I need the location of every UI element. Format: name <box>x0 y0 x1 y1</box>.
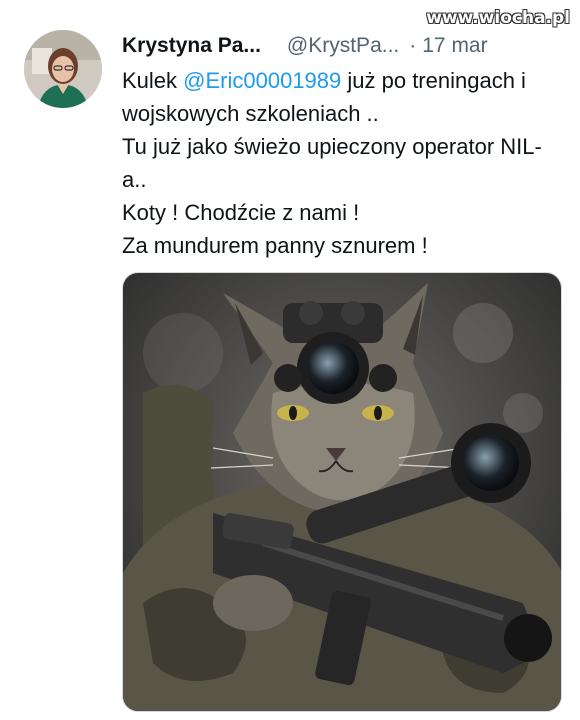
cat-soldier-image <box>123 273 561 711</box>
tweet-line-1: Kulek @Eric00001989 już po treningach i … <box>122 64 562 130</box>
tweet-photo[interactable] <box>122 272 562 712</box>
avatar-image <box>24 30 102 108</box>
author-display-name[interactable]: Krystyna Pa... <box>122 34 261 58</box>
tweet-line-2: Tu już jako świeżo upieczony operator NI… <box>122 134 542 192</box>
tweet-card[interactable]: Krystyna Pa... @KrystPa... · 17 mar Kule… <box>0 0 580 720</box>
header-separator: · <box>409 34 417 57</box>
tweet-line-4: Za mundurem panny sznurem ! <box>122 233 428 258</box>
text-segment: Kulek <box>122 68 184 93</box>
watermark-logo: www.wiocha.pl <box>426 8 570 28</box>
tweet-header: Krystyna Pa... @KrystPa... · 17 mar <box>122 34 560 58</box>
avatar[interactable] <box>24 30 102 108</box>
tweet-line-3: Koty ! Chodźcie z nami ! <box>122 200 360 225</box>
tweet-date[interactable]: 17 mar <box>422 34 487 58</box>
tweet-text: Kulek @Eric00001989 już po treningach i … <box>122 64 562 262</box>
author-handle[interactable]: @KrystPa... <box>287 34 399 58</box>
mention-link[interactable]: @Eric00001989 <box>183 68 341 93</box>
